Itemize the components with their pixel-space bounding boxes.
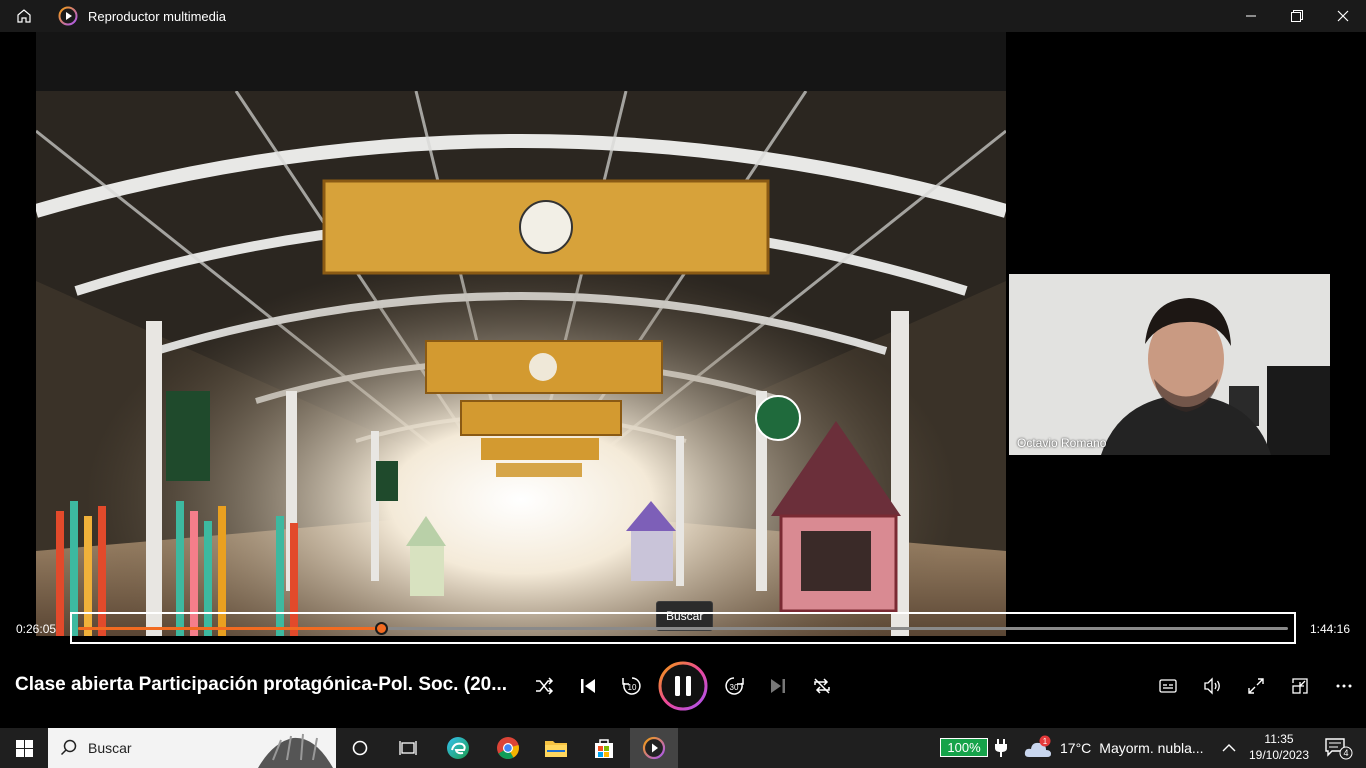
title-bar: Reproductor multimedia: [0, 0, 1366, 32]
exhibition-hall-image: [36, 91, 1006, 636]
weather-description: Mayorm. nubla...: [1099, 740, 1204, 756]
media-player-app-icon: [58, 6, 78, 26]
seek-bar[interactable]: [70, 612, 1296, 644]
video-frame[interactable]: [36, 32, 1006, 636]
captions-icon: [1159, 679, 1177, 693]
seek-area: 0:26:05 1:44:16: [0, 612, 1366, 646]
pause-button[interactable]: [657, 660, 709, 712]
repeat-off-icon: [814, 678, 830, 694]
seek-progress-fill: [78, 627, 381, 630]
shuffle-button[interactable]: [528, 670, 560, 702]
temperature: 17°C: [1060, 740, 1092, 756]
media-player-icon: [642, 736, 666, 760]
seek-thumb[interactable]: [374, 622, 388, 635]
windows-taskbar: Buscar 100% 1 17°C Mayorm. nubla... 11:3…: [0, 728, 1366, 768]
volume-button[interactable]: [1196, 670, 1228, 702]
home-button[interactable]: [0, 0, 48, 32]
mini-player-icon: [1292, 678, 1308, 694]
taskbar-media-player[interactable]: [630, 728, 678, 768]
store-icon: [595, 739, 613, 758]
power-plug[interactable]: [994, 728, 1008, 768]
home-icon: [17, 9, 31, 23]
minimize-icon: [1246, 15, 1256, 17]
taskbar-file-explorer[interactable]: [532, 728, 580, 768]
total-time: 1:44:16: [1309, 622, 1350, 636]
minimize-button[interactable]: [1228, 0, 1274, 32]
skip-forward-30-icon: 30: [725, 677, 744, 695]
captions-button[interactable]: [1152, 670, 1184, 702]
shuffle-icon: [536, 677, 554, 695]
folder-icon: [545, 741, 567, 757]
presenter-video: [1009, 274, 1330, 455]
skip-forward-button[interactable]: 30: [718, 670, 750, 702]
system-clock[interactable]: 11:35 19/10/2023: [1242, 731, 1316, 763]
search-icon: [60, 739, 77, 756]
skip-back-10-icon: 10: [622, 677, 641, 695]
fullscreen-icon: [1248, 678, 1264, 694]
current-time: 0:26:05: [16, 622, 57, 636]
taskbar-store[interactable]: [580, 728, 628, 768]
taskbar-chrome[interactable]: [484, 728, 532, 768]
previous-icon: [581, 679, 595, 693]
skip-forward-label: 30: [730, 683, 739, 692]
chrome-icon: [497, 737, 519, 759]
cortana-icon: [352, 740, 368, 756]
edge-icon: [447, 737, 469, 759]
search-highlight-illustration-icon: [258, 733, 333, 768]
weather-alert-badge: 1: [1043, 737, 1048, 746]
window-title: Reproductor multimedia: [88, 8, 227, 24]
notification-count: 4: [1343, 748, 1348, 758]
skip-back-button[interactable]: 10: [616, 670, 648, 702]
previous-button[interactable]: [572, 670, 604, 702]
volume-icon: [1204, 677, 1220, 695]
clock-time: 11:35: [1264, 732, 1294, 746]
skip-back-label: 10: [628, 683, 637, 692]
seek-track[interactable]: [78, 622, 1288, 635]
show-hidden-icons-button[interactable]: [1222, 728, 1236, 768]
restore-button[interactable]: [1274, 0, 1320, 32]
webcam-overlay: Octavio Romano: [1009, 274, 1330, 455]
chevron-up-icon: [1222, 744, 1236, 752]
taskbar-edge[interactable]: [434, 728, 482, 768]
windows-logo-icon: [15, 739, 33, 757]
taskbar-search-box[interactable]: Buscar: [48, 728, 336, 768]
playback-controls: Clase abierta Participación protagónica-…: [0, 646, 1366, 728]
start-button[interactable]: [0, 728, 48, 768]
fullscreen-button[interactable]: [1240, 670, 1272, 702]
video-stage[interactable]: Octavio Romano Buscar: [0, 32, 1366, 636]
next-button[interactable]: [762, 670, 794, 702]
notifications-icon: 4: [1325, 738, 1353, 760]
media-title: Clase abierta Participación protagónica-…: [15, 674, 508, 695]
weather-widget[interactable]: 1 17°C Mayorm. nubla...: [1024, 728, 1204, 768]
more-icon: [1336, 684, 1352, 688]
more-options-button[interactable]: [1328, 670, 1360, 702]
presenter-name: Octavio Romano: [1017, 436, 1107, 450]
task-view-button[interactable]: [384, 728, 432, 768]
cortana-button[interactable]: [336, 728, 384, 768]
power-plug-icon: [995, 739, 1007, 757]
cloud-weather-icon: 1: [1024, 735, 1051, 757]
close-icon: [1337, 10, 1349, 22]
close-button[interactable]: [1320, 0, 1366, 32]
mini-player-button[interactable]: [1284, 670, 1316, 702]
battery-indicator[interactable]: 100%: [940, 738, 988, 757]
restore-icon: [1291, 10, 1303, 22]
clock-date: 19/10/2023: [1248, 748, 1310, 762]
action-center-button[interactable]: 4: [1324, 728, 1354, 768]
pause-icon: [658, 661, 708, 711]
search-placeholder: Buscar: [88, 740, 132, 756]
task-view-icon: [399, 741, 417, 755]
repeat-button[interactable]: [806, 670, 838, 702]
next-icon: [771, 679, 785, 693]
video-letterbox: [36, 32, 1006, 91]
